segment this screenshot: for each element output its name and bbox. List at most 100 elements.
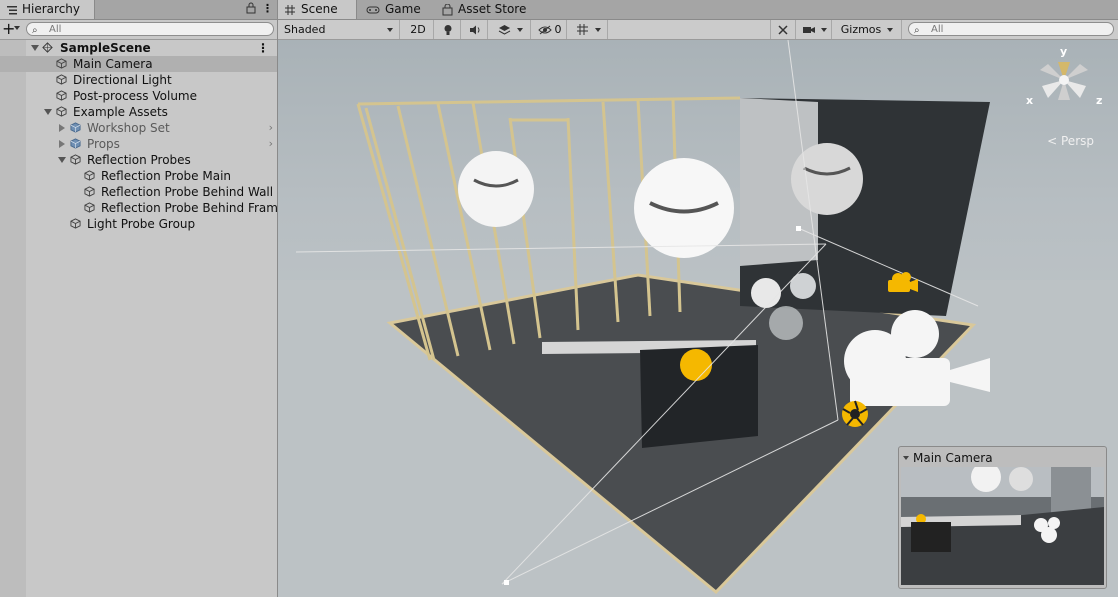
camera-preview-image: [901, 467, 1104, 585]
hierarchy-panel: Hierarchy ⋮ + ⌕ All SampleScene ⋮ Main C…: [0, 0, 285, 597]
orientation-gizmo[interactable]: [1040, 62, 1088, 100]
tab-game[interactable]: Game: [360, 0, 427, 19]
gameobject-cube-icon: [56, 90, 67, 101]
hierarchy-tabbar: Hierarchy ⋮: [0, 0, 277, 20]
hierarchy-item-light-probe-group[interactable]: Light Probe Group: [0, 216, 277, 232]
hierarchy-item-label: Main Camera: [73, 57, 153, 71]
scene-toolbar: Shaded 2D 0 Gizmos ⌕ All: [278, 20, 1118, 40]
hierarchy-item-reflection-probe-behind-frame[interactable]: Reflection Probe Behind Frame: [0, 200, 285, 216]
hierarchy-item-reflection-probe-behind-wall[interactable]: Reflection Probe Behind Wall: [0, 184, 277, 200]
expand-arrow-icon[interactable]: [31, 45, 39, 51]
axis-y-label: y: [1060, 45, 1068, 58]
gameobject-cube-icon: [84, 202, 95, 213]
dropdown-arrow-icon[interactable]: [516, 27, 523, 32]
chevron-right-icon[interactable]: ›: [269, 120, 273, 136]
hierarchy-search-input[interactable]: ⌕ All: [26, 22, 274, 36]
hidden-count: 0: [554, 23, 562, 36]
hidden-eye-icon: [537, 25, 552, 34]
gameobject-cube-icon: [70, 154, 81, 165]
hierarchy-toolbar: + ⌕ All: [0, 20, 277, 40]
dropdown-arrow-icon: [387, 27, 393, 32]
tab-scene-label: Scene: [301, 2, 338, 16]
prefab-cube-icon: [70, 138, 81, 149]
hierarchy-item-example-assets[interactable]: Example Assets: [0, 104, 277, 120]
hierarchy-item-label: Post-process Volume: [73, 89, 197, 103]
toggle-2d-button[interactable]: 2D: [403, 20, 434, 39]
create-dropdown-icon[interactable]: [14, 26, 20, 30]
hierarchy-item-samplescene[interactable]: SampleScene ⋮: [0, 40, 277, 56]
dropdown-arrow-icon[interactable]: [594, 27, 601, 32]
hierarchy-item-label: Example Assets: [73, 105, 168, 119]
unity-scene-icon: [42, 42, 53, 53]
hierarchy-item-label: SampleScene: [60, 41, 151, 55]
hierarchy-item-label: Light Probe Group: [87, 217, 196, 231]
hierarchy-item-label: Reflection Probe Behind Frame: [101, 201, 286, 215]
chevron-left-icon: <: [1047, 134, 1058, 148]
shopping-bag-icon: [442, 3, 453, 15]
expand-arrow-icon[interactable]: [44, 109, 52, 115]
tab-hierarchy[interactable]: Hierarchy: [0, 0, 95, 19]
collapse-arrow-icon[interactable]: [59, 140, 65, 148]
collapse-triangle-icon[interactable]: [903, 456, 909, 460]
projection-toggle[interactable]: < Persp: [1047, 134, 1094, 148]
scene-panel: Scene Game Asset Store Shaded 2D 0 Gizmo…: [278, 0, 1118, 597]
gameobject-cube-icon: [84, 170, 95, 181]
hierarchy-item-directional-light[interactable]: Directional Light: [0, 72, 277, 88]
hierarchy-item-post-process-volume[interactable]: Post-process Volume: [0, 88, 277, 104]
hierarchy-item-workshop-set[interactable]: Workshop Set ›: [0, 120, 277, 136]
scene-search-placeholder: All: [931, 24, 944, 35]
effects-toggle-button[interactable]: [490, 20, 531, 39]
gameobject-cube-icon: [70, 218, 81, 229]
list-icon: [7, 5, 17, 14]
chevron-right-icon[interactable]: ›: [269, 136, 273, 152]
grid-snap-icon: [576, 24, 588, 35]
camera-preview-window[interactable]: Main Camera: [898, 446, 1107, 589]
camera-settings-button[interactable]: [797, 20, 832, 39]
hierarchy-item-label: Reflection Probe Behind Wall: [101, 185, 274, 199]
gizmos-dropdown-icon[interactable]: [887, 27, 894, 32]
collapse-arrow-icon[interactable]: [59, 124, 65, 132]
tab-asset-store-label: Asset Store: [458, 2, 527, 16]
gameobject-cube-icon: [56, 106, 67, 117]
expand-arrow-icon[interactable]: [58, 157, 66, 163]
axis-x-label: x: [1026, 94, 1034, 107]
tab-game-label: Game: [385, 2, 421, 16]
hierarchy-item-reflection-probe-main[interactable]: Reflection Probe Main: [0, 168, 277, 184]
tab-hierarchy-label: Hierarchy: [22, 2, 81, 16]
lock-icon[interactable]: [246, 2, 256, 14]
grid-snap-button[interactable]: [569, 20, 608, 39]
grid-icon: [285, 4, 295, 15]
prefab-cube-icon: [70, 122, 81, 133]
dropdown-arrow-icon[interactable]: [820, 27, 827, 32]
gizmos-label: Gizmos: [840, 23, 882, 36]
hierarchy-item-label: Props: [87, 137, 120, 151]
layers-effects-icon: [498, 24, 510, 35]
search-icon: ⌕: [32, 25, 38, 36]
aperture-icon[interactable]: [842, 400, 868, 427]
hierarchy-item-label: Directional Light: [73, 73, 172, 87]
tab-asset-store[interactable]: Asset Store: [436, 0, 532, 19]
hierarchy-item-label: Reflection Probe Main: [101, 169, 232, 183]
hierarchy-item-reflection-probes[interactable]: Reflection Probes: [0, 152, 277, 168]
camera-preview-render: [901, 467, 1104, 585]
lighting-toggle-button[interactable]: [436, 20, 461, 39]
camera-preview-title: Main Camera: [913, 451, 993, 465]
tools-toggle-button[interactable]: [770, 20, 796, 39]
scene-search-input[interactable]: ⌕ All: [908, 22, 1114, 36]
hierarchy-item-main-camera[interactable]: Main Camera: [0, 56, 277, 72]
hard-hat: [680, 349, 712, 381]
hierarchy-item-props[interactable]: Props ›: [0, 136, 277, 152]
hierarchy-search-placeholder: All: [49, 24, 62, 35]
shading-mode-value: Shaded: [284, 23, 326, 36]
scene-visibility-button[interactable]: 0: [533, 20, 567, 39]
shading-mode-select[interactable]: Shaded: [278, 20, 400, 39]
more-options-icon[interactable]: ⋮: [262, 2, 273, 15]
gameobject-cube-icon: [56, 74, 67, 85]
camera-preview-header: Main Camera: [903, 451, 993, 465]
gizmos-button[interactable]: Gizmos: [833, 20, 902, 39]
audio-toggle-button[interactable]: [463, 20, 488, 39]
lightbulb-icon: [444, 24, 452, 35]
scene-viewport[interactable]: y x z < Persp Main Camera: [278, 40, 1118, 597]
tab-scene[interactable]: Scene: [278, 0, 357, 19]
scene-menu-icon[interactable]: ⋮: [257, 40, 269, 56]
